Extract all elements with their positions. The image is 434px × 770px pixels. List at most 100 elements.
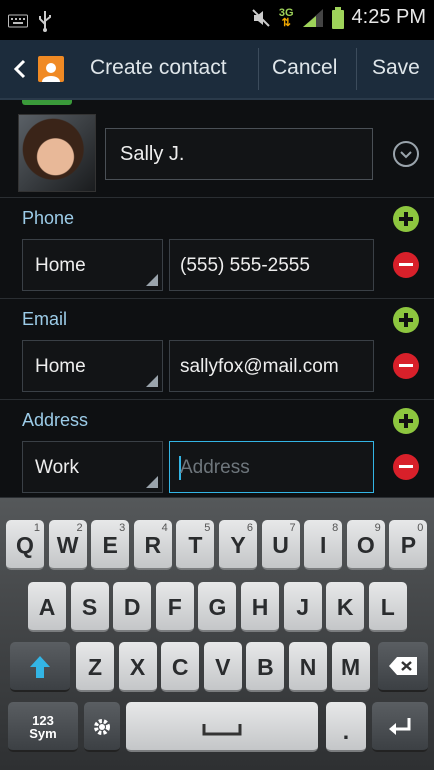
- back-arrow-icon[interactable]: [10, 57, 30, 81]
- symbols-key[interactable]: 123 Sym: [8, 702, 78, 752]
- account-indicator: [22, 100, 72, 105]
- shift-arrow-icon: [30, 656, 50, 678]
- key-label: R: [144, 532, 162, 558]
- key-label: L: [380, 594, 395, 620]
- key-h[interactable]: H: [241, 582, 279, 632]
- key-label: D: [123, 594, 141, 620]
- add-phone-button[interactable]: [393, 206, 419, 232]
- key-z[interactable]: Z: [76, 642, 114, 692]
- key-t[interactable]: T5: [176, 520, 215, 570]
- add-email-button[interactable]: [393, 307, 419, 333]
- key-number-hint: 0: [417, 522, 424, 534]
- key-label: O: [356, 532, 375, 558]
- save-button[interactable]: Save: [372, 56, 420, 80]
- key-label: P: [400, 532, 417, 558]
- divider: [258, 48, 259, 90]
- key-c[interactable]: C: [161, 642, 200, 692]
- name-field[interactable]: Sally J.: [105, 128, 373, 180]
- contact-form: Sally J. Phone Home (555) 555-2555 Email…: [0, 100, 434, 498]
- period-key[interactable]: .: [326, 702, 366, 752]
- remove-phone-button[interactable]: [393, 252, 419, 278]
- key-label: Q: [16, 532, 34, 558]
- key-o[interactable]: O9: [346, 520, 385, 570]
- key-j[interactable]: J: [283, 582, 322, 632]
- address-type-value: Work: [35, 457, 79, 478]
- key-label: C: [171, 654, 189, 680]
- key-label: T: [188, 532, 203, 558]
- key-v[interactable]: V: [203, 642, 242, 692]
- key-label: Z: [87, 654, 103, 680]
- status-bar: 3G ⇅ 4:25 PM: [0, 0, 434, 40]
- key-e[interactable]: E3: [91, 520, 130, 570]
- phone-input[interactable]: (555) 555-2555: [169, 239, 374, 291]
- shift-key[interactable]: [10, 642, 70, 692]
- email-type-select[interactable]: Home: [22, 340, 163, 392]
- key-m[interactable]: M: [331, 642, 370, 692]
- key-d[interactable]: D: [113, 582, 152, 632]
- key-a[interactable]: A: [28, 582, 66, 632]
- key-number-hint: 4: [161, 522, 168, 534]
- divider: [0, 298, 434, 299]
- backspace-key[interactable]: [378, 642, 428, 692]
- symbols-key-label: 123 Sym: [29, 713, 57, 741]
- email-section-label: Email: [22, 309, 68, 329]
- contact-photo[interactable]: [18, 114, 96, 192]
- address-placeholder: Address: [180, 457, 250, 478]
- network-type: 3G ⇅: [278, 6, 294, 29]
- usb-icon: [39, 11, 51, 32]
- key-p[interactable]: P0: [389, 520, 428, 570]
- key-label: V: [215, 654, 231, 680]
- key-g[interactable]: G: [198, 582, 237, 632]
- divider: [0, 197, 434, 198]
- address-section-label: Address: [22, 410, 89, 430]
- key-number-hint: 9: [374, 522, 381, 534]
- add-address-button[interactable]: [393, 408, 419, 434]
- address-input[interactable]: Address: [169, 441, 374, 493]
- key-u[interactable]: U7: [261, 520, 300, 570]
- key-q[interactable]: Q1: [6, 520, 44, 570]
- email-value: sallyfox@mail.com: [180, 356, 339, 377]
- key-k[interactable]: K: [326, 582, 365, 632]
- keyboard-icon: [8, 14, 28, 28]
- signal-icon: [302, 8, 323, 27]
- key-label: I: [319, 532, 327, 558]
- space-key[interactable]: [126, 702, 318, 752]
- key-label: W: [56, 532, 79, 558]
- key-label: G: [208, 594, 227, 620]
- settings-key[interactable]: [84, 702, 120, 752]
- contact-app-icon[interactable]: [38, 56, 64, 82]
- key-r[interactable]: R4: [133, 520, 172, 570]
- key-label: K: [336, 594, 354, 620]
- key-label: B: [257, 654, 274, 680]
- cancel-button[interactable]: Cancel: [272, 56, 337, 80]
- remove-address-button[interactable]: [393, 454, 419, 480]
- key-label: F: [167, 594, 182, 620]
- phone-type-value: Home: [35, 255, 86, 276]
- soft-keyboard: 123 Sym . Q1W2E3R4T5Y6U7I8O9P0ASDFGHJKLZX…: [0, 498, 434, 770]
- name-value: Sally J.: [120, 143, 185, 165]
- key-w[interactable]: W2: [48, 520, 87, 570]
- key-n[interactable]: N: [289, 642, 327, 692]
- expand-name-button[interactable]: [393, 141, 419, 167]
- key-number-hint: 1: [33, 522, 40, 534]
- key-b[interactable]: B: [246, 642, 285, 692]
- remove-email-button[interactable]: [393, 353, 419, 379]
- key-label: J: [296, 594, 309, 620]
- phone-type-select[interactable]: Home: [22, 239, 163, 291]
- backspace-icon: [389, 657, 417, 675]
- email-input[interactable]: sallyfox@mail.com: [169, 340, 374, 392]
- divider: [356, 48, 357, 90]
- key-l[interactable]: L: [368, 582, 407, 632]
- key-y[interactable]: Y6: [219, 520, 257, 570]
- key-f[interactable]: F: [155, 582, 194, 632]
- address-type-select[interactable]: Work: [22, 441, 163, 493]
- key-number-hint: 3: [119, 522, 126, 534]
- enter-key[interactable]: [372, 702, 428, 752]
- key-s[interactable]: S: [70, 582, 109, 632]
- dropdown-indicator-icon: [146, 476, 158, 488]
- key-label: H: [251, 594, 269, 620]
- screen-title: Create contact: [90, 56, 227, 79]
- key-x[interactable]: X: [118, 642, 157, 692]
- mute-icon: [252, 8, 270, 27]
- key-i[interactable]: I8: [304, 520, 343, 570]
